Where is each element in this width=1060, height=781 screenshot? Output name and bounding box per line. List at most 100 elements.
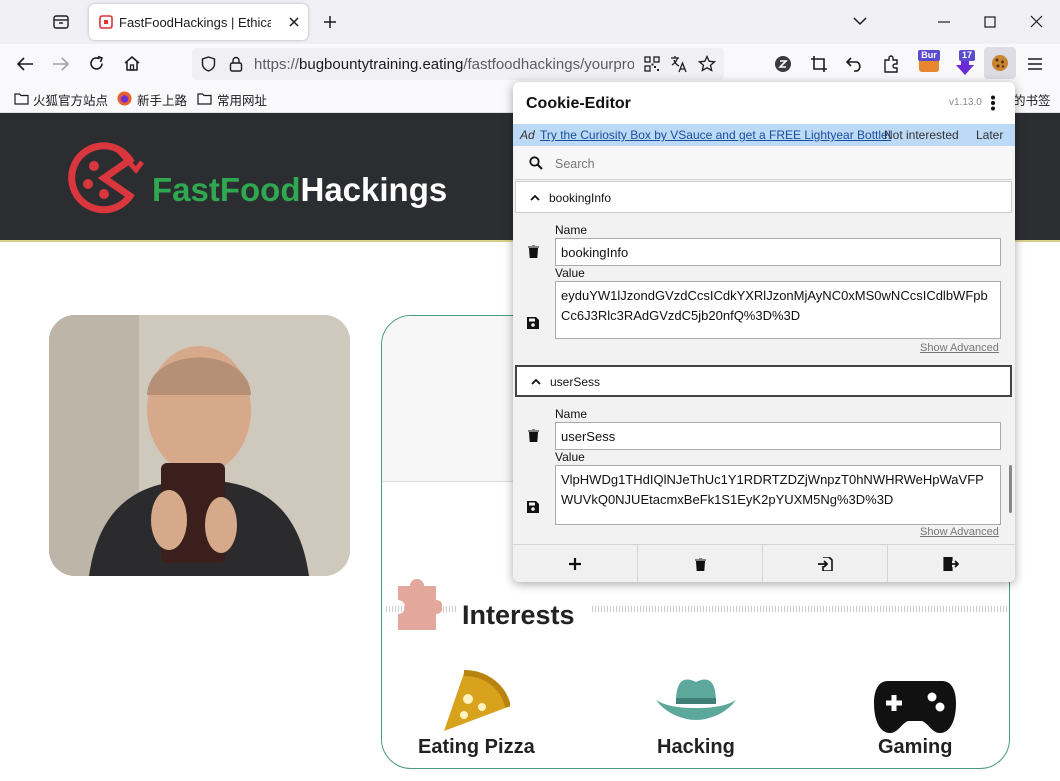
cookie-icon bbox=[992, 55, 1008, 71]
gamepad-icon bbox=[874, 681, 956, 733]
other-bookmarks[interactable]: 的书签 bbox=[1013, 90, 1051, 109]
url-text[interactable]: https://bugbountytraining.eating/fastfoo… bbox=[254, 56, 634, 73]
navigation-toolbar: https://bugbountytraining.eating/fastfoo… bbox=[0, 44, 1060, 84]
add-cookie-button[interactable] bbox=[513, 545, 638, 582]
ad-not-interested[interactable]: Not interested bbox=[884, 128, 959, 142]
undo-icon[interactable] bbox=[846, 56, 863, 72]
account-z-icon[interactable] bbox=[774, 55, 792, 73]
close-window-icon[interactable] bbox=[1030, 15, 1043, 28]
ad-link[interactable]: Try the Curiosity Box by VSauce and get … bbox=[540, 128, 891, 142]
chevron-up-icon bbox=[530, 194, 540, 201]
qr-code-icon[interactable] bbox=[644, 56, 660, 72]
minimize-icon[interactable] bbox=[938, 21, 950, 23]
cookie-value-input[interactable]: eyduYW1lJzondGVzdCcsICdkYXRlJzonMjAyNC0x… bbox=[555, 281, 1001, 339]
popup-title: Cookie-Editor bbox=[526, 95, 631, 112]
cowboy-hat-icon bbox=[656, 679, 736, 720]
active-tab[interactable]: FastFoodHackings | Ethical H bbox=[89, 4, 308, 40]
profile-photo-illustration bbox=[49, 315, 350, 576]
interests-heading: Interests bbox=[462, 600, 575, 630]
puzzle-piece-icon bbox=[398, 579, 442, 630]
url-path: /fastfoodhackings/yourpro bbox=[463, 56, 634, 73]
bookmark-star-icon[interactable] bbox=[698, 55, 716, 73]
profile-photo bbox=[49, 315, 350, 576]
ad-prefix: Ad bbox=[520, 128, 535, 142]
cookie-name: bookingInfo bbox=[549, 191, 612, 205]
new-tab-icon[interactable] bbox=[323, 15, 337, 29]
import-file-icon bbox=[818, 557, 833, 571]
translate-icon[interactable] bbox=[670, 55, 688, 73]
reload-icon[interactable] bbox=[88, 55, 105, 72]
app-menu-hamburger-icon[interactable] bbox=[1027, 57, 1043, 71]
brand-wordmark[interactable]: FastFoodHackings bbox=[152, 171, 447, 209]
save-floppy-icon[interactable] bbox=[527, 501, 539, 513]
lock-icon[interactable] bbox=[229, 56, 243, 72]
url-bar[interactable]: https://bugbountytraining.eating/fastfoo… bbox=[192, 48, 724, 80]
url-scheme: https:// bbox=[254, 56, 300, 73]
name-label: Name bbox=[555, 407, 588, 421]
cookie-header-bookinginfo[interactable]: bookingInfo bbox=[515, 181, 1012, 213]
brand-part-hackings: Hackings bbox=[300, 171, 448, 208]
home-icon[interactable] bbox=[123, 55, 141, 72]
screenshot-crop-icon[interactable] bbox=[810, 55, 828, 73]
search-input[interactable]: Search bbox=[555, 157, 595, 171]
bookmark-common-sites[interactable]: 常用网址 bbox=[217, 90, 267, 109]
cookie-editor-extension-button[interactable] bbox=[984, 47, 1016, 79]
cookie-editor-popup: Cookie-Editor v1.13.0 Ad Try the Curiosi… bbox=[513, 82, 1015, 582]
cookie-value-input[interactable]: VlpHWDg1THdIQlNJeThUc1Y1RDRTZDZjWnpzT0hN… bbox=[555, 465, 1001, 525]
export-file-icon bbox=[943, 557, 959, 571]
show-advanced-link[interactable]: Show Advanced bbox=[920, 342, 999, 354]
folder-icon bbox=[14, 93, 29, 105]
tab-title: FastFoodHackings | Ethical H bbox=[119, 15, 271, 30]
bookmark-getting-started[interactable]: 新手上路 bbox=[137, 90, 187, 109]
more-options-icon[interactable] bbox=[990, 95, 996, 111]
maximize-icon[interactable] bbox=[984, 16, 996, 28]
save-floppy-icon[interactable] bbox=[527, 317, 539, 329]
list-tabs-chevron-icon[interactable] bbox=[853, 16, 867, 26]
download-badge: 17 bbox=[959, 50, 975, 61]
pizza-logo-icon[interactable] bbox=[64, 142, 144, 214]
tracking-protection-shield-icon[interactable] bbox=[201, 56, 216, 72]
export-button[interactable] bbox=[888, 545, 1013, 582]
bookmark-firefox-official[interactable]: 火狐官方站点 bbox=[33, 90, 108, 109]
site-favicon-icon bbox=[99, 15, 113, 29]
ad-banner: Ad Try the Curiosity Box by VSauce and g… bbox=[513, 124, 1015, 146]
brand-part-fastfood: FastFood bbox=[152, 171, 301, 208]
show-advanced-link[interactable]: Show Advanced bbox=[920, 526, 999, 538]
plus-icon bbox=[569, 558, 581, 570]
download-extension-button[interactable]: 17 bbox=[953, 50, 977, 76]
burp-extension-button[interactable]: Bur bbox=[918, 50, 940, 74]
burp-badge: Bur bbox=[918, 50, 940, 61]
back-icon[interactable] bbox=[16, 56, 34, 72]
cookie-search[interactable]: Search bbox=[515, 146, 1012, 180]
import-button[interactable] bbox=[763, 545, 888, 582]
search-icon bbox=[529, 156, 543, 170]
popup-header: Cookie-Editor v1.13.0 bbox=[513, 82, 1015, 124]
name-label: Name bbox=[555, 223, 588, 237]
forward-icon[interactable] bbox=[52, 56, 70, 72]
interest-hacking: Hacking bbox=[657, 736, 735, 758]
tab-overview-icon[interactable] bbox=[52, 13, 70, 31]
popup-version: v1.13.0 bbox=[949, 97, 982, 108]
extensions-puzzle-icon[interactable] bbox=[882, 55, 900, 73]
cookie-name: userSess bbox=[550, 375, 601, 389]
folder-icon bbox=[197, 93, 212, 105]
cookie-name-input[interactable]: bookingInfo bbox=[555, 238, 1001, 266]
popup-scrollbar[interactable] bbox=[1009, 465, 1012, 513]
delete-trash-icon[interactable] bbox=[528, 245, 539, 258]
firefox-logo-icon bbox=[117, 91, 132, 106]
tab-strip: FastFoodHackings | Ethical H bbox=[0, 0, 1060, 44]
interest-eating-pizza: Eating Pizza bbox=[418, 736, 535, 758]
divider-right bbox=[592, 606, 1007, 612]
ad-later[interactable]: Later bbox=[976, 128, 1003, 142]
delete-trash-icon[interactable] bbox=[528, 429, 539, 442]
chevron-up-icon bbox=[531, 378, 541, 385]
trash-icon bbox=[695, 558, 706, 571]
interest-gaming: Gaming bbox=[878, 736, 953, 758]
cookie-name-input[interactable]: userSess bbox=[555, 422, 1001, 450]
delete-all-button[interactable] bbox=[638, 545, 763, 582]
close-tab-icon[interactable] bbox=[288, 16, 300, 28]
value-label: Value bbox=[555, 450, 585, 464]
pizza-slice-icon bbox=[444, 670, 510, 731]
cookie-header-usersess[interactable]: userSess bbox=[515, 365, 1012, 397]
value-label: Value bbox=[555, 266, 585, 280]
